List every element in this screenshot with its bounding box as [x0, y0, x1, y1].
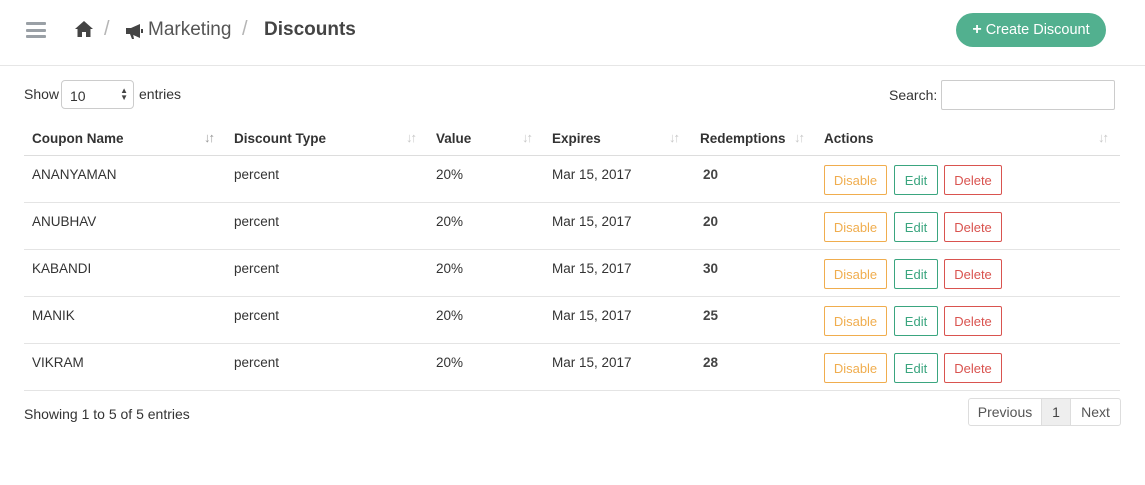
redemptions-cell: 20 [703, 167, 719, 182]
delete-button[interactable]: Delete [944, 259, 1002, 289]
table-row: MANIK percent 20% Mar 15, 2017 25 Disabl… [24, 297, 1120, 344]
expires-cell: Mar 15, 2017 [552, 214, 632, 229]
edit-button[interactable]: Edit [894, 212, 938, 242]
table-row: ANANYAMAN percent 20% Mar 15, 2017 20 Di… [24, 156, 1120, 203]
expires-cell: Mar 15, 2017 [552, 355, 632, 370]
page-1-button[interactable]: 1 [1042, 399, 1071, 425]
select-arrows-icon: ▲ ▼ [120, 86, 128, 102]
discounts-table: Coupon Name ↓↑ Discount Type ↓↑ Value ↓↑… [24, 122, 1120, 391]
breadcrumb-separator: / [242, 18, 248, 40]
entries-select[interactable]: 10 ▲ ▼ [61, 80, 134, 109]
table-header: Coupon Name ↓↑ Discount Type ↓↑ Value ↓↑… [24, 122, 1120, 156]
breadcrumb-separator: / [104, 18, 110, 40]
disable-button[interactable]: Disable [824, 212, 887, 242]
column-header-actions[interactable]: Actions [824, 131, 874, 146]
value-cell: 20% [436, 167, 464, 182]
sort-icon[interactable]: ↓↑ [1098, 130, 1109, 145]
pagination: Previous 1 Next [968, 398, 1121, 426]
discount-type-cell: percent [234, 261, 280, 276]
column-header-expires[interactable]: Expires [552, 131, 601, 146]
menu-icon[interactable] [26, 22, 46, 38]
next-page-button[interactable]: Next [1071, 399, 1120, 425]
sort-icon[interactable]: ↓↑ [794, 130, 805, 145]
breadcrumb-marketing[interactable]: Marketing [148, 19, 231, 41]
table-info: Showing 1 to 5 of 5 entries [24, 406, 190, 422]
value-cell: 20% [436, 308, 464, 323]
create-discount-button[interactable]: + Create Discount [956, 13, 1106, 47]
redemptions-cell: 30 [703, 261, 719, 276]
previous-page-button[interactable]: Previous [969, 399, 1042, 425]
coupon-name-cell: KABANDI [32, 261, 92, 276]
plus-icon: + [972, 21, 982, 38]
expires-cell: Mar 15, 2017 [552, 308, 632, 323]
table-row: VIKRAM percent 20% Mar 15, 2017 28 Disab… [24, 344, 1120, 391]
value-cell: 20% [436, 214, 464, 229]
entries-label: entries [139, 86, 182, 102]
redemptions-cell: 25 [703, 308, 719, 323]
search-input[interactable] [941, 80, 1115, 110]
page-title: Discounts [264, 19, 356, 40]
discount-type-cell: percent [234, 355, 280, 370]
coupon-name-cell: ANUBHAV [32, 214, 97, 229]
table-row: ANUBHAV percent 20% Mar 15, 2017 20 Disa… [24, 203, 1120, 250]
expires-cell: Mar 15, 2017 [552, 261, 632, 276]
value-cell: 20% [436, 355, 464, 370]
edit-button[interactable]: Edit [894, 353, 938, 383]
show-label: Show [24, 86, 60, 102]
delete-button[interactable]: Delete [944, 306, 1002, 336]
coupon-name-cell: ANANYAMAN [32, 167, 117, 182]
expires-cell: Mar 15, 2017 [552, 167, 632, 182]
disable-button[interactable]: Disable [824, 259, 887, 289]
table-row: KABANDI percent 20% Mar 15, 2017 30 Disa… [24, 250, 1120, 297]
redemptions-cell: 28 [703, 355, 719, 370]
redemptions-cell: 20 [703, 214, 719, 229]
sort-icon[interactable]: ↓↑ [669, 130, 680, 145]
delete-button[interactable]: Delete [944, 353, 1002, 383]
create-discount-label: Create Discount [985, 22, 1090, 38]
delete-button[interactable]: Delete [944, 212, 1002, 242]
coupon-name-cell: MANIK [32, 308, 75, 323]
discount-type-cell: percent [234, 214, 280, 229]
home-icon[interactable] [74, 20, 94, 38]
top-bar: / Marketing / Discounts + Create Discoun… [0, 0, 1145, 66]
disable-button[interactable]: Disable [824, 306, 887, 336]
megaphone-icon [126, 24, 143, 39]
disable-button[interactable]: Disable [824, 165, 887, 195]
sort-asc-icon[interactable]: ↓↑ [204, 130, 215, 145]
search-label: Search: [889, 87, 938, 103]
edit-button[interactable]: Edit [894, 259, 938, 289]
discount-type-cell: percent [234, 308, 280, 323]
column-header-discount-type[interactable]: Discount Type [234, 131, 326, 146]
sort-icon[interactable]: ↓↑ [406, 130, 417, 145]
sort-icon[interactable]: ↓↑ [522, 130, 533, 145]
discount-type-cell: percent [234, 167, 280, 182]
column-header-redemptions[interactable]: Redemptions [700, 131, 786, 146]
value-cell: 20% [436, 261, 464, 276]
edit-button[interactable]: Edit [894, 165, 938, 195]
delete-button[interactable]: Delete [944, 165, 1002, 195]
column-header-value[interactable]: Value [436, 131, 471, 146]
column-header-coupon-name[interactable]: Coupon Name [32, 131, 124, 146]
disable-button[interactable]: Disable [824, 353, 887, 383]
edit-button[interactable]: Edit [894, 306, 938, 336]
entries-select-value: 10 [70, 88, 86, 104]
coupon-name-cell: VIKRAM [32, 355, 84, 370]
